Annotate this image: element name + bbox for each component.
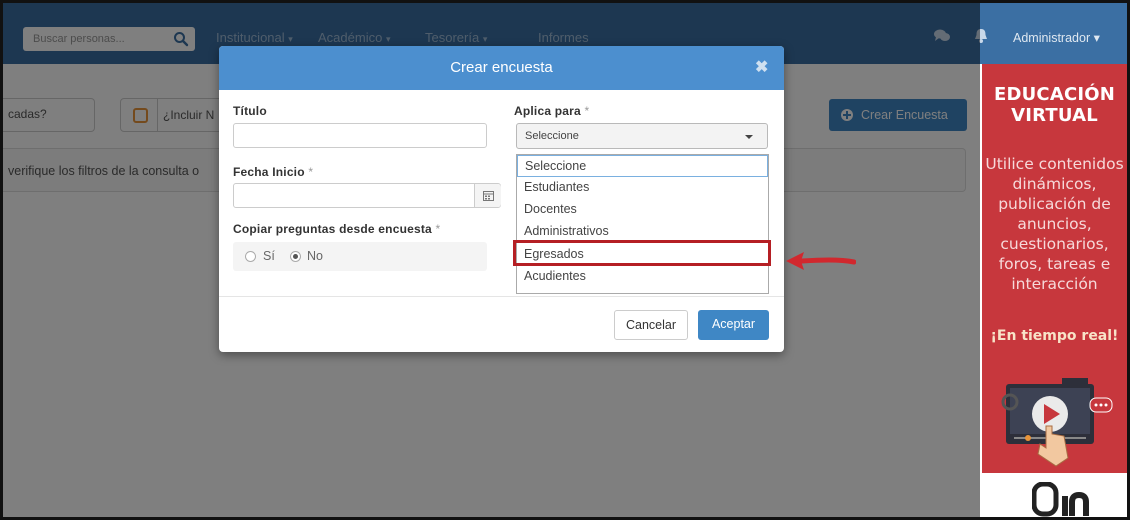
radio-no[interactable]	[290, 251, 301, 262]
copy-questions-label: Copiar preguntas desde encuesta *	[233, 222, 441, 236]
video-illustration-icon	[998, 378, 1113, 467]
start-date-input[interactable]	[233, 183, 501, 208]
modal-footer-divider	[219, 296, 784, 297]
option-acudientes[interactable]: Acudientes	[517, 266, 768, 288]
create-survey-modal: Crear encuesta ✖ Título Fecha Inicio * C…	[219, 46, 784, 352]
highlight-box	[513, 240, 771, 266]
applies-to-select[interactable]: Seleccione	[516, 123, 768, 149]
close-icon[interactable]: ✖	[755, 57, 768, 77]
promo-banner[interactable]: EDUCACIÓN VIRTUAL Utilice contenidos din…	[982, 64, 1130, 520]
option-seleccione[interactable]: Seleccione	[517, 155, 768, 177]
radio-no-label: No	[307, 249, 323, 263]
option-estudiantes[interactable]: Estudiantes	[517, 177, 768, 199]
promo-panel: EDUCACIÓN VIRTUAL Utilice contenidos din…	[982, 64, 1127, 473]
applies-to-dropdown: Seleccione Estudiantes Docentes Administ…	[516, 154, 769, 294]
title-label: Título	[233, 104, 267, 118]
user-menu[interactable]: Administrador ▾	[1013, 30, 1100, 45]
calendar-button[interactable]	[474, 184, 501, 207]
caret-down-icon	[745, 135, 753, 139]
radio-si[interactable]	[245, 251, 256, 262]
promo-title: EDUCACIÓN VIRTUAL	[993, 84, 1116, 126]
start-date-label: Fecha Inicio *	[233, 165, 314, 179]
copy-questions-radio-group: Sí No	[233, 242, 487, 271]
applies-to-label: Aplica para *	[514, 104, 590, 118]
calendar-icon	[483, 191, 494, 201]
modal-title: Crear encuesta	[450, 59, 553, 76]
promo-body: Utilice contenidos dinámicos, publicació…	[985, 155, 1124, 293]
red-arrow-icon	[786, 252, 856, 270]
promo-tagline: ¡En tiempo real!	[990, 328, 1119, 344]
option-docentes[interactable]: Docentes	[517, 199, 768, 221]
select-value: Seleccione	[525, 130, 579, 142]
cancel-button[interactable]: Cancelar	[614, 310, 688, 340]
modal-header: Crear encuesta ✖	[219, 46, 784, 90]
brand-logo-icon	[1032, 482, 1089, 517]
radio-si-label: Sí	[263, 249, 275, 263]
accept-button[interactable]: Aceptar	[698, 310, 769, 340]
title-input[interactable]	[233, 123, 487, 148]
